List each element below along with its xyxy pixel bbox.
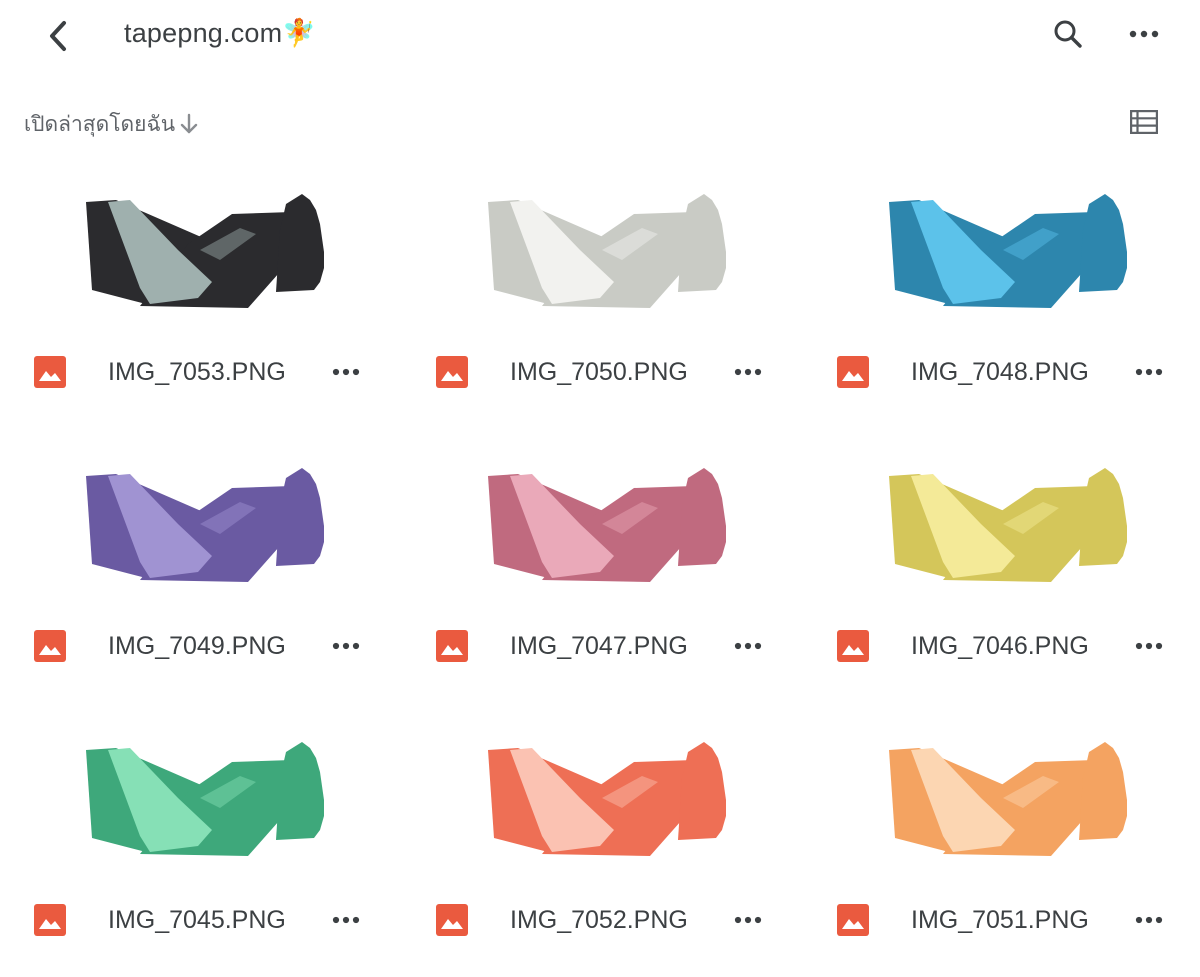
file-card[interactable]: IMG_7048.PNG [803, 160, 1200, 434]
file-more-button[interactable] [326, 628, 366, 664]
image-file-icon-bg [34, 630, 66, 662]
tape-image [889, 742, 1127, 856]
tape-right-strip [276, 742, 324, 840]
more-horizontal-icon [734, 642, 762, 650]
more-horizontal-icon [1135, 642, 1163, 650]
file-more-button[interactable] [1129, 902, 1169, 938]
file-more-button[interactable] [728, 628, 768, 664]
tape-right-strip [678, 468, 726, 566]
tape-right-strip [1079, 742, 1127, 840]
more-horizontal-icon [1129, 30, 1159, 38]
file-thumbnail[interactable] [482, 738, 732, 868]
tape-image [86, 194, 324, 308]
more-horizontal-icon [332, 642, 360, 650]
tape-right-strip [276, 468, 324, 566]
image-file-icon-bg [837, 630, 869, 662]
back-button[interactable] [36, 14, 80, 58]
file-more-button[interactable] [1129, 628, 1169, 664]
image-file-icon-bg [436, 356, 468, 388]
file-thumbnail[interactable] [80, 738, 330, 868]
top-app-bar: tapepng.com🧚 [0, 0, 1200, 72]
folder-title: tapepng.com🧚 [124, 17, 316, 49]
tape-right-strip [1079, 468, 1127, 566]
search-button[interactable] [1046, 12, 1090, 56]
file-thumbnail[interactable] [883, 738, 1133, 868]
tape-right-strip [276, 194, 324, 292]
fairy-emoji-icon: 🧚 [282, 18, 317, 48]
file-more-button[interactable] [728, 902, 768, 938]
sort-label: เปิดล่าสุดโดยฉัน [24, 111, 176, 136]
file-more-button[interactable] [326, 902, 366, 938]
more-horizontal-icon [1135, 368, 1163, 376]
image-file-icon-bg [837, 356, 869, 388]
file-thumbnail[interactable] [80, 464, 330, 594]
tape-right-strip [678, 194, 726, 292]
file-name[interactable]: IMG_7047.PNG [510, 632, 688, 661]
tape-image [488, 468, 726, 582]
file-thumbnail[interactable] [883, 464, 1133, 594]
file-more-button[interactable] [728, 354, 768, 390]
tape-image [889, 468, 1127, 582]
tape-image [86, 742, 324, 856]
image-file-icon [34, 630, 66, 662]
file-card[interactable]: IMG_7053.PNG [0, 160, 400, 434]
image-file-icon-bg [837, 904, 869, 936]
tape-image [488, 194, 726, 308]
search-icon [1054, 20, 1082, 48]
file-more-button[interactable] [1129, 354, 1169, 390]
image-file-icon [436, 356, 468, 388]
image-file-icon [436, 630, 468, 662]
file-name[interactable]: IMG_7050.PNG [510, 358, 688, 387]
file-name[interactable]: IMG_7051.PNG [911, 906, 1089, 935]
file-thumbnail[interactable] [482, 190, 732, 320]
image-file-icon [436, 904, 468, 936]
tape-image [488, 742, 726, 856]
image-file-icon [837, 356, 869, 388]
file-card[interactable]: IMG_7045.PNG [0, 708, 400, 977]
file-card[interactable]: IMG_7052.PNG [402, 708, 802, 977]
file-more-button[interactable] [326, 354, 366, 390]
image-file-icon-bg [34, 356, 66, 388]
list-view-icon [1130, 110, 1158, 134]
arrow-down-icon [180, 113, 198, 134]
image-file-icon-bg [436, 630, 468, 662]
file-thumbnail[interactable] [80, 190, 330, 320]
more-horizontal-icon [734, 368, 762, 376]
tape-image [889, 194, 1127, 308]
image-file-icon [34, 356, 66, 388]
more-options-button[interactable] [1122, 12, 1166, 56]
view-toggle-button[interactable] [1122, 100, 1166, 144]
file-card[interactable]: IMG_7050.PNG [402, 160, 802, 434]
drive-folder-view: tapepng.com🧚 เปิดล่าสุดโดยฉัน IMG_7053.P… [0, 0, 1200, 977]
file-card[interactable]: IMG_7051.PNG [803, 708, 1200, 977]
more-horizontal-icon [332, 916, 360, 924]
folder-title-text: tapepng.com [124, 18, 283, 48]
image-file-icon [837, 630, 869, 662]
file-name[interactable]: IMG_7045.PNG [108, 906, 286, 935]
image-file-icon [34, 904, 66, 936]
file-name[interactable]: IMG_7052.PNG [510, 906, 688, 935]
file-name[interactable]: IMG_7053.PNG [108, 358, 286, 387]
more-horizontal-icon [1135, 916, 1163, 924]
file-thumbnail[interactable] [482, 464, 732, 594]
file-card[interactable]: IMG_7046.PNG [803, 434, 1200, 708]
file-name[interactable]: IMG_7046.PNG [911, 632, 1089, 661]
sort-selector[interactable]: เปิดล่าสุดโดยฉัน [24, 104, 199, 144]
image-file-icon [837, 904, 869, 936]
file-card[interactable]: IMG_7047.PNG [402, 434, 802, 708]
tape-image [86, 468, 324, 582]
more-horizontal-icon [734, 916, 762, 924]
chevron-left-icon [50, 21, 66, 51]
image-file-icon-bg [436, 904, 468, 936]
file-thumbnail[interactable] [883, 190, 1133, 320]
more-horizontal-icon [332, 368, 360, 376]
file-card[interactable]: IMG_7049.PNG [0, 434, 400, 708]
file-name[interactable]: IMG_7048.PNG [911, 358, 1089, 387]
image-file-icon-bg [34, 904, 66, 936]
tape-right-strip [678, 742, 726, 840]
tape-right-strip [1079, 194, 1127, 292]
file-name[interactable]: IMG_7049.PNG [108, 632, 286, 661]
